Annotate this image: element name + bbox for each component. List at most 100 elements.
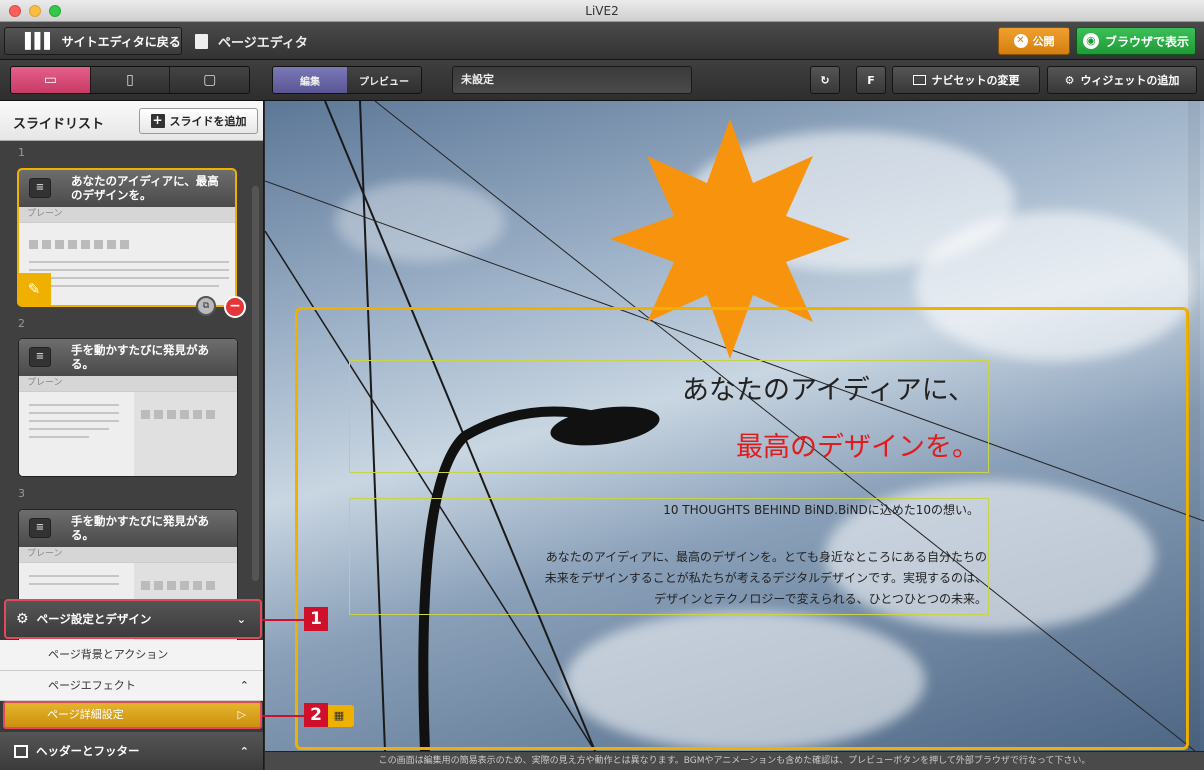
thumb-blocks — [141, 404, 219, 423]
back-label: サイトエディタに戻る — [61, 34, 181, 49]
slide-title: 手を動かすたびに発見がある。 — [71, 514, 209, 542]
edit-slide-pencil-icon[interactable]: ✎ — [17, 273, 51, 306]
laptop-icon: ▭ — [43, 72, 57, 88]
naviset-label: ナビセットの変更 — [931, 74, 1020, 87]
reload-button[interactable]: ↻ — [810, 66, 840, 94]
tablet-device-button[interactable]: ▢ — [170, 67, 249, 93]
slide-card-header: ≡ あなたのアイディアに、最高のデザインを。 — [19, 170, 235, 207]
slide-thumbnail — [19, 223, 235, 305]
main-toolbar: ▌▌▌ サイトエディタに戻る ページエディタ ✕ 公開 ◉ ブラウザで表示 — [0, 22, 1204, 60]
header-footer-label: ヘッダーとフッター — [36, 744, 140, 758]
desktop-device-button[interactable]: ▭ — [11, 67, 91, 93]
grid-handle-icon[interactable]: ▦ — [324, 705, 354, 727]
device-switcher: ▭ ▯ ▢ — [10, 66, 250, 94]
slide-card-header: ≡ 手を動かすたびに発見がある。 — [19, 510, 237, 547]
chevron-up-icon: ⌃ — [239, 744, 249, 758]
grid-columns-icon: ▌▌▌ — [25, 32, 56, 50]
gear-icon: ⚙ — [16, 611, 29, 627]
slide-card-header: ≡ 手を動かすたびに発見がある。 — [19, 339, 237, 376]
status-field: 未設定 — [452, 66, 692, 94]
slide-list: 1 ≡ あなたのアイディアに、最高のデザインを。 プレーン ✎ ⧉ − 2 ≡ … — [0, 141, 263, 648]
body-text: あなたのアイディアに、最高のデザインを。とても身近なところにある自分たちの 未来… — [349, 547, 987, 610]
headline-line-1: あなたのアイディアに、 — [682, 375, 975, 406]
page-canvas[interactable]: あなたのアイディアに、 最高のデザインを。 10 THOUGHTS BEHIND… — [265, 101, 1204, 751]
page-detail-settings-item[interactable]: ページ詳細設定 ▷ — [3, 701, 262, 729]
slide-title: 手を動かすたびに発見がある。 — [71, 343, 209, 371]
window-title: LiVE2 — [585, 4, 619, 18]
preview-mode-tab[interactable]: プレビュー — [347, 67, 421, 93]
page-effect-item[interactable]: ページエフェクト ⌃ — [0, 671, 263, 701]
text-slide-icon: ≡ — [29, 518, 51, 538]
thumb-blocks — [141, 575, 219, 594]
page-background-action-item[interactable]: ページ背景とアクション — [0, 640, 263, 671]
reload-icon: ↻ — [820, 73, 830, 87]
publish-button[interactable]: ✕ 公開 — [998, 27, 1070, 55]
publish-icon: ✕ — [1013, 34, 1028, 48]
add-slide-label: スライドを追加 — [169, 115, 247, 128]
smartphone-icon: ▯ — [126, 72, 134, 88]
body-line-1: あなたのアイディアに、最高のデザインを。とても身近なところにある自分たちの — [545, 550, 987, 564]
secondary-toolbar: ▭ ▯ ▢ 編集 プレビュー 未設定 ↻ F ナビセットの変更 ⚙ ウィジェット… — [0, 60, 1204, 101]
callout-badge-1: 1 — [304, 607, 328, 631]
zoom-window-button[interactable] — [49, 5, 61, 17]
slide-layout-label: プレーン — [19, 207, 235, 223]
text-slide-icon: ≡ — [29, 178, 51, 198]
chevron-up-icon: ⌃ — [239, 679, 249, 692]
text-slide-icon: ≡ — [29, 347, 51, 367]
slide-list-header: スライドリスト + スライドを追加 — [0, 101, 263, 141]
remove-slide-icon[interactable]: − — [224, 296, 246, 318]
globe-icon: ◉ — [1082, 33, 1099, 49]
add-slide-button[interactable]: + スライドを追加 — [139, 108, 258, 134]
page-effect-label: ページエフェクト — [48, 679, 136, 692]
slide-list-scrollbar[interactable] — [252, 186, 259, 581]
layout-icon — [14, 744, 28, 758]
font-label: F — [867, 73, 875, 87]
body-line-2: 未来をデザインすることが私たちが考えるデジタルデザインです。実現するのは、 — [544, 571, 987, 585]
chevron-down-icon: ⌄ — [236, 612, 246, 626]
plus-icon: + — [150, 113, 165, 128]
play-arrow-icon: ▷ — [237, 708, 246, 721]
duplicate-slide-icon[interactable]: ⧉ — [196, 296, 216, 316]
browser-preview-button[interactable]: ◉ ブラウザで表示 — [1076, 27, 1196, 55]
change-naviset-button[interactable]: ナビセットの変更 — [892, 66, 1040, 94]
slide-card-2[interactable]: ≡ 手を動かすたびに発見がある。 プレーン — [18, 338, 238, 477]
gear-icon: ⚙ — [1064, 73, 1075, 87]
headline-line-2: 最高のデザインを。 — [736, 432, 979, 463]
slide-list-title: スライドリスト — [13, 117, 105, 132]
subheading-text: 10 THOUGHTS BEHIND BiND.BiNDに込めた10の想い。 — [663, 503, 979, 517]
slide-title: あなたのアイディアに、最高のデザインを。 — [71, 174, 219, 202]
thumb-blocks — [29, 234, 133, 253]
tablet-icon: ▢ — [203, 72, 217, 88]
slide-thumbnail — [19, 392, 237, 476]
window-icon — [912, 75, 926, 85]
document-icon — [195, 33, 208, 49]
add-widget-button[interactable]: ⚙ ウィジェットの追加 — [1047, 66, 1197, 94]
body-line-3: デザインとテクノロジーで変えられる、ひとつひとつの未来。 — [654, 592, 987, 606]
slide-number: 1 — [18, 146, 25, 159]
editor-footer-note: この画面は編集用の簡易表示のため、実際の見え方や動作とは異なります。BGMやアニ… — [265, 751, 1204, 770]
slide-layout-label: プレーン — [19, 376, 237, 392]
slide-layout-label: プレーン — [19, 547, 237, 563]
app-window: LiVE2 ▌▌▌ サイトエディタに戻る ページエディタ ✕ 公開 ◉ ブラウザ… — [0, 0, 1204, 770]
canvas-scrollbar[interactable] — [1188, 101, 1200, 751]
header-footer-accordion[interactable]: ヘッダーとフッター ⌃ — [0, 732, 263, 770]
publish-label: 公開 — [1032, 35, 1055, 48]
window-titlebar: LiVE2 — [0, 0, 1204, 22]
callout-line-1 — [262, 619, 304, 621]
edit-mode-tab[interactable]: 編集 — [273, 67, 347, 93]
slide-number: 2 — [18, 317, 25, 330]
page-settings-label: ページ設定とデザイン — [36, 612, 152, 626]
callout-line-2 — [262, 715, 304, 717]
widget-label: ウィジェットの追加 — [1080, 74, 1180, 87]
minimize-window-button[interactable] — [29, 5, 41, 17]
smartphone-device-button[interactable]: ▯ — [91, 67, 171, 93]
page-settings-accordion[interactable]: ⚙ ページ設定とデザイン ⌄ — [4, 599, 262, 639]
font-button[interactable]: F — [856, 66, 886, 94]
close-window-button[interactable] — [9, 5, 21, 17]
mode-switcher: 編集 プレビュー — [272, 66, 422, 94]
page-detail-label: ページ詳細設定 — [47, 708, 124, 721]
callout-badge-2: 2 — [304, 703, 328, 727]
back-to-site-editor-button[interactable]: ▌▌▌ サイトエディタに戻る — [4, 27, 182, 55]
browser-label: ブラウザで表示 — [1104, 34, 1189, 49]
page-editor-title: ページエディタ — [195, 27, 308, 55]
